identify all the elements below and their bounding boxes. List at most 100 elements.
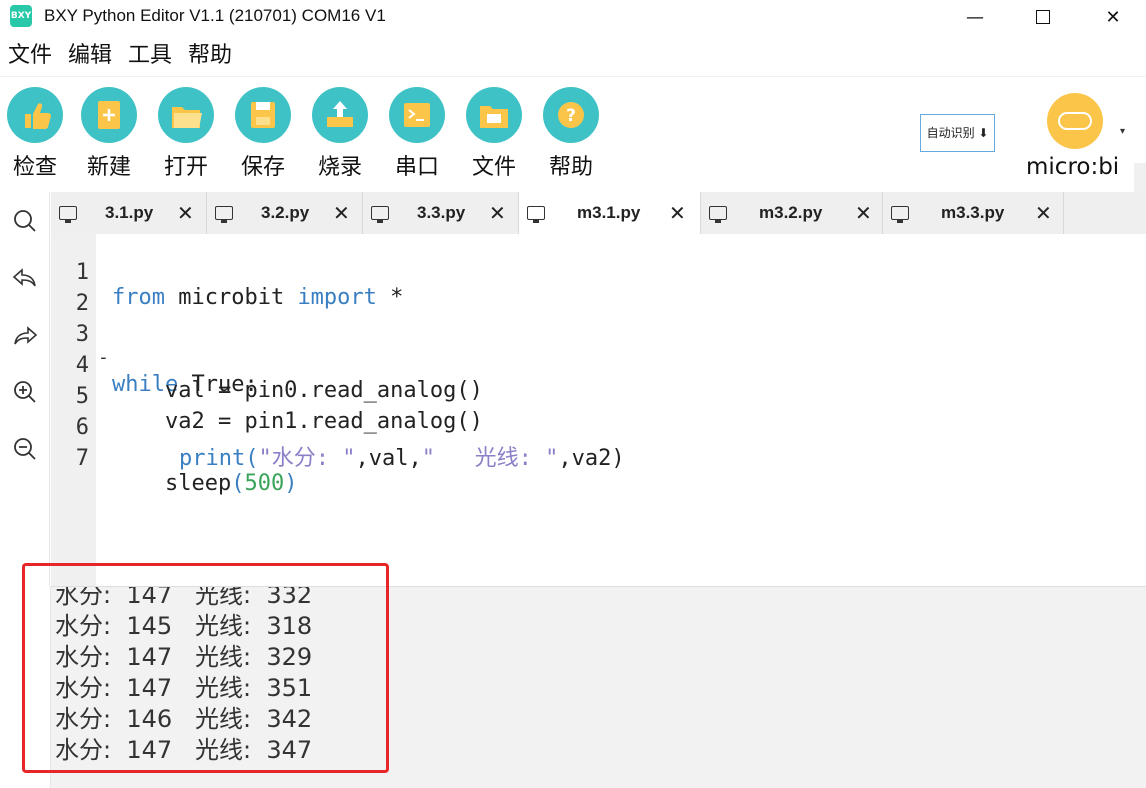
files-icon (466, 87, 522, 143)
new-button[interactable]: 新建 (74, 87, 144, 181)
code-line: 7 sleep(500) (51, 421, 298, 496)
toolbar: 检查 新建 打开 保存 烧录 串口 文件 ? 帮助 自动识别 ⬇ micro:b… (0, 76, 1146, 257)
keyword: print (179, 446, 246, 471)
code-text: ( (231, 471, 245, 496)
close-button[interactable]: ✕ (1078, 0, 1146, 34)
files-label: 文件 (471, 155, 516, 180)
board-selector[interactable]: micro:bit (1026, 93, 1126, 180)
code-text: ,va2) (558, 446, 625, 471)
code-text: ) (284, 471, 298, 496)
save-label: 保存 (240, 155, 285, 180)
microbit-icon (1047, 93, 1103, 149)
check-button[interactable]: 检查 (0, 87, 70, 181)
menu-help[interactable]: 帮助 (180, 40, 240, 72)
check-label: 检查 (12, 155, 57, 180)
code-text: val = pin0.read_analog() (112, 378, 483, 403)
code-line: 3 - while True: (51, 297, 258, 397)
tab-close-icon[interactable]: ✕ (177, 201, 194, 225)
tab-label: 3.1.py (105, 203, 154, 222)
serial-label: 串口 (394, 155, 439, 180)
title-bar: BXY BXY Python Editor V1.1 (210701) COM1… (0, 0, 1146, 34)
tab-close-icon[interactable]: ✕ (1035, 201, 1052, 225)
code-text: va2 = pin1.read_analog() (112, 409, 483, 434)
zoom-out-icon[interactable] (10, 434, 40, 464)
tab-m3-3[interactable]: m3.3.py ✕ (883, 192, 1064, 234)
svg-text:?: ? (566, 106, 576, 126)
code-text: sleep (112, 471, 232, 496)
monitor-icon (891, 206, 909, 223)
open-folder-icon (158, 87, 214, 143)
tab-3-2[interactable]: 3.2.py ✕ (207, 192, 363, 234)
tab-close-icon[interactable]: ✕ (333, 201, 350, 225)
code-text: ( (245, 446, 259, 471)
help-button[interactable]: ? 帮助 (536, 87, 606, 181)
tab-bar: 3.1.py ✕ 3.2.py ✕ 3.3.py ✕ m3.1.py ✕ m3.… (51, 192, 1146, 234)
tab-label: 3.2.py (261, 203, 310, 222)
code-text: microbit (164, 285, 298, 310)
files-button[interactable]: 文件 (459, 87, 529, 181)
chevron-down-icon[interactable]: ▾ (1120, 126, 1125, 137)
upload-icon (312, 87, 368, 143)
code-text: ,val, (355, 446, 422, 471)
code-line: 5 va2 = pin1.read_analog() (51, 359, 483, 434)
code-line: 4 val = pin0.read_analog() (51, 328, 483, 403)
search-icon[interactable] (10, 206, 40, 236)
monitor-icon (371, 206, 389, 223)
minimize-button[interactable]: — (940, 0, 1010, 34)
tab-m3-1[interactable]: m3.1.py ✕ (519, 192, 701, 234)
new-file-icon (81, 87, 137, 143)
code-line: 6 print("水分: ",val," 光线: ",va2) (51, 390, 625, 471)
tab-label: m3.3.py (941, 203, 1005, 222)
terminal-icon (389, 87, 445, 143)
flash-button[interactable]: 烧录 (305, 87, 375, 181)
tab-label: m3.1.py (577, 203, 641, 222)
serial-button[interactable]: 串口 (382, 87, 452, 181)
monitor-icon (527, 206, 545, 223)
menu-file[interactable]: 文件 (0, 40, 60, 72)
line-number: 7 (75, 446, 89, 471)
code-line: 1 from microbit import * (51, 235, 404, 310)
keyword: import (297, 285, 377, 310)
menu-tools[interactable]: 工具 (120, 40, 180, 72)
tab-close-icon[interactable]: ✕ (489, 201, 506, 225)
open-button[interactable]: 打开 (151, 87, 221, 181)
tab-3-1[interactable]: 3.1.py ✕ (51, 192, 207, 234)
redo-icon[interactable] (10, 321, 40, 351)
window-title: BXY Python Editor V1.1 (210701) COM16 V1 (44, 6, 386, 25)
menu-edit[interactable]: 编辑 (60, 40, 120, 72)
code-line: 2 (51, 266, 104, 316)
string-literal: " 光线: " (421, 446, 559, 471)
auto-detect-button[interactable]: 自动识别 ⬇ (920, 114, 995, 152)
tab-3-3[interactable]: 3.3.py ✕ (363, 192, 519, 234)
menu-bar: 文件 编辑 工具 帮助 (0, 40, 240, 72)
tab-label: m3.2.py (759, 203, 823, 222)
save-button[interactable]: 保存 (228, 87, 298, 181)
flash-label: 烧录 (317, 155, 362, 180)
zoom-in-icon[interactable] (10, 377, 40, 407)
maximize-button[interactable] (1008, 0, 1078, 34)
number-literal: 500 (244, 471, 285, 496)
code-text: * (376, 285, 404, 310)
monitor-icon (59, 206, 77, 223)
save-icon (235, 87, 291, 143)
tab-close-icon[interactable]: ✕ (669, 201, 686, 225)
thumbs-up-icon (7, 87, 63, 143)
monitor-icon (215, 206, 233, 223)
new-label: 新建 (86, 155, 131, 180)
tab-m3-2[interactable]: m3.2.py ✕ (701, 192, 883, 234)
maximize-icon (1036, 10, 1050, 24)
tab-close-icon[interactable]: ✕ (855, 201, 872, 225)
open-label: 打开 (163, 155, 208, 180)
minimize-icon: — (966, 6, 984, 28)
app-logo: BXY (10, 5, 32, 27)
help-label: 帮助 (548, 155, 593, 180)
string-literal: "水分: " (258, 446, 356, 471)
code-editor[interactable]: 1 from microbit import * 2 3 - while Tru… (51, 234, 1146, 586)
monitor-icon (709, 206, 727, 223)
keyword: from (112, 285, 165, 310)
close-icon: ✕ (1105, 6, 1121, 28)
help-icon: ? (543, 87, 599, 143)
red-highlight-box (22, 563, 389, 773)
undo-icon[interactable] (10, 263, 40, 293)
board-label: micro:bit (1026, 154, 1118, 180)
